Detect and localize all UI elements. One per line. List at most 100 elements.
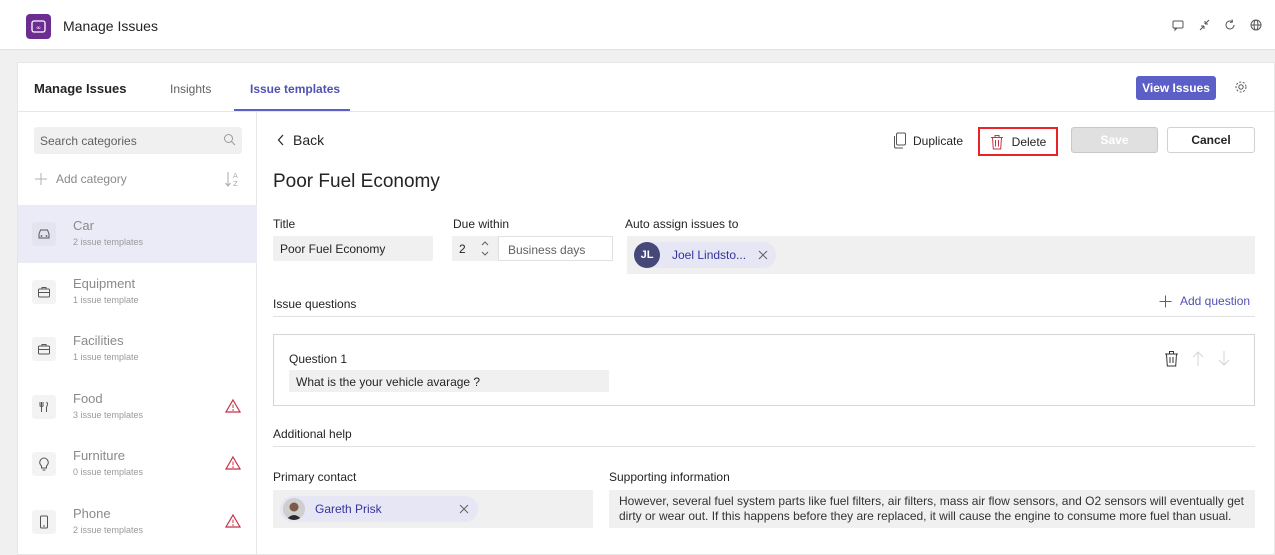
category-item-furniture[interactable]: Furniture 0 issue templates [18,435,257,493]
avatar [283,498,305,520]
question-input[interactable]: What is the your vehicle avarage ? [289,370,609,392]
arrow-up-icon[interactable] [1191,350,1205,367]
category-item-car[interactable]: Car 2 issue templates [18,205,257,263]
category-item-food[interactable]: Food 3 issue templates [18,378,257,436]
back-button[interactable]: Back [277,132,324,148]
tab-manage-issues[interactable]: Manage Issues [34,81,127,96]
car-icon [32,222,56,246]
active-tab-indicator [234,109,350,111]
cancel-button[interactable]: Cancel [1167,127,1255,153]
category-list: Car 2 issue templates Equipment 1 issue … [18,205,257,550]
plus-icon [1159,295,1172,307]
remove-contact-icon[interactable] [459,504,469,514]
category-name: Facilities [73,333,124,348]
app-title: Manage Issues [63,18,158,34]
contact-name: Gareth Prisk [315,502,382,516]
copy-icon [894,132,906,149]
food-icon [32,394,56,419]
contact-chip: Gareth Prisk [280,496,478,522]
category-count: 3 issue templates [73,409,144,420]
trash-icon[interactable] [1164,350,1179,367]
search-icon [223,133,236,146]
warning-icon [224,455,242,471]
tab-bar: Manage Issues Insights Issue templates V… [18,63,1274,112]
category-item-phone[interactable]: Phone 2 issue templates [18,493,257,551]
category-item-equipment[interactable]: Equipment 1 issue template [18,263,257,321]
primary-contact-picker[interactable]: Gareth Prisk [273,490,593,528]
trash-icon [990,134,1003,149]
question-card: Question 1 What is the your vehicle avar… [273,334,1255,406]
due-unit-value: Business days [508,243,586,257]
briefcase-icon [32,337,56,361]
category-name: Equipment [73,275,136,291]
divider [273,446,1255,447]
template-editor: Back Duplicate Delete Save Cancel Poor F… [257,112,1275,555]
phone-icon [32,509,56,534]
divider [273,316,1255,317]
due-within-stepper[interactable]: 2 [452,236,498,261]
title-field[interactable]: Poor Fuel Economy [273,236,433,261]
due-unit-field[interactable]: Business days [498,236,613,261]
category-name: Furniture [73,448,126,463]
app-logo-icon: ∞ [26,14,51,39]
category-sidebar: Search categories Add category AZ Car 2 … [18,112,257,555]
collapse-icon[interactable] [1197,18,1211,32]
search-placeholder: Search categories [40,134,137,148]
plus-icon [35,173,47,185]
lightbulb-icon [32,452,56,476]
add-category-button[interactable]: Add category [34,170,127,188]
add-category-label: Add category [56,172,127,186]
warning-icon [224,513,242,529]
duplicate-button[interactable]: Duplicate [893,132,963,149]
due-within-label: Due within [453,217,510,231]
category-count: 2 issue templates [73,237,144,247]
category-item-facilities[interactable]: Facilities 1 issue template [18,320,257,378]
briefcase-icon [32,279,56,304]
back-label: Back [293,132,325,148]
chevron-left-icon [277,134,284,146]
add-question-button[interactable]: Add question [1159,294,1250,308]
question-label: Question 1 [289,352,348,366]
category-count: 1 issue template [73,352,139,362]
avatar: JL [634,242,660,268]
category-count: 2 issue templates [73,524,144,535]
search-categories-input[interactable]: Search categories [34,127,242,154]
assignee-chip: JL Joel Lindsto... [634,242,776,268]
assignee-name: Joel Lindsto... [672,248,747,262]
category-count: 0 issue templates [73,467,144,477]
duplicate-label: Duplicate [913,133,964,148]
remove-assignee-icon[interactable] [758,250,768,260]
svg-text:A: A [233,172,238,180]
primary-contact-label: Primary contact [273,470,357,484]
globe-icon[interactable] [1249,18,1263,32]
save-button[interactable]: Save [1071,127,1158,153]
chat-icon[interactable] [1171,18,1185,32]
view-issues-button[interactable]: View Issues [1136,76,1216,100]
issue-questions-label: Issue questions [273,297,357,311]
svg-text:∞: ∞ [36,25,41,32]
page-title: Poor Fuel Economy [273,171,440,192]
tab-issue-templates[interactable]: Issue templates [250,82,340,96]
add-question-label: Add question [1180,294,1251,308]
delete-label: Delete [1011,134,1047,149]
title-label: Title [273,217,296,231]
additional-help-label: Additional help [273,427,352,441]
category-name: Car [73,218,94,233]
supporting-info-textarea[interactable]: However, several fuel system parts like … [609,490,1255,528]
auto-assign-picker[interactable]: JL Joel Lindsto... [627,236,1255,274]
warning-icon [224,398,242,414]
refresh-icon[interactable] [1223,18,1237,32]
supporting-info-label: Supporting information [609,470,730,484]
svg-text:Z: Z [233,180,238,188]
title-bar: ∞ Manage Issues [0,0,1275,50]
delete-button[interactable]: Delete [978,127,1058,156]
tab-insights[interactable]: Insights [170,82,211,96]
stepper-arrows-icon[interactable] [480,238,490,261]
due-within-value: 2 [459,242,466,256]
settings-gear-icon[interactable] [1234,80,1248,94]
main-panel: Manage Issues Insights Issue templates V… [17,62,1275,555]
question-value: What is the your vehicle avarage ? [296,375,481,389]
arrow-down-icon[interactable] [1217,350,1231,367]
category-count: 1 issue template [73,294,139,305]
sort-icon[interactable]: AZ [224,170,240,188]
